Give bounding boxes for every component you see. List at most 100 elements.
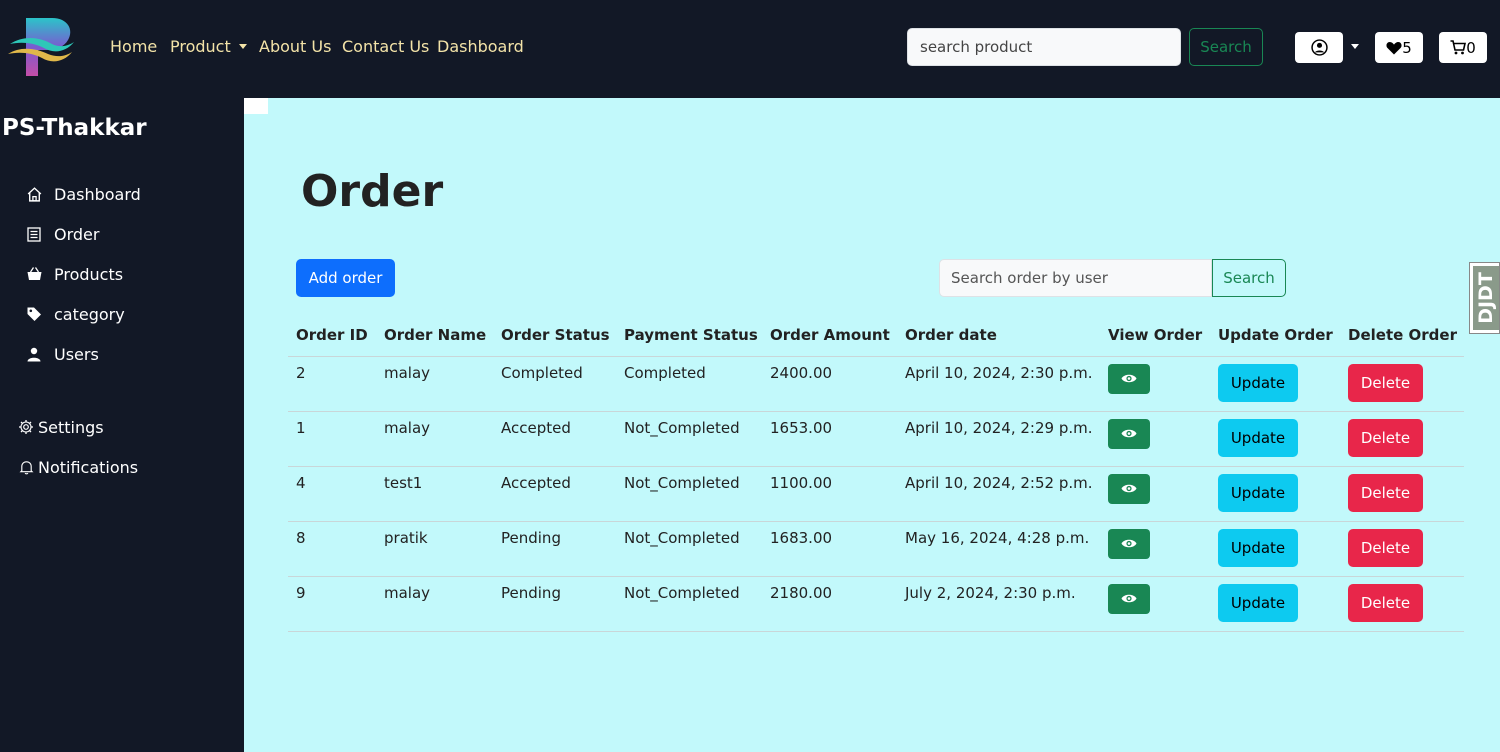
- sidebar-brand: PS-Thakkar: [2, 115, 147, 141]
- product-search-button[interactable]: Search: [1189, 28, 1263, 66]
- view-order-button[interactable]: [1108, 363, 1150, 394]
- top-navbar: Home Product About Us Contact Us Dashboa…: [0, 0, 1500, 98]
- person-icon: [24, 344, 44, 364]
- order-status: Completed: [493, 356, 616, 412]
- payment-status: Not_Completed: [616, 411, 762, 467]
- sidebar-item-products[interactable]: Products: [24, 264, 123, 284]
- eye-icon: [1121, 429, 1137, 438]
- order-name: pratik: [376, 521, 493, 577]
- column-header: Order date: [897, 320, 1100, 357]
- sidebar-item-label: category: [54, 304, 125, 324]
- sidebar-item-settings[interactable]: Settings: [18, 417, 104, 437]
- order-id: 2: [288, 356, 376, 412]
- delete-order-button[interactable]: Delete: [1348, 418, 1423, 457]
- nav-about-us[interactable]: About Us: [259, 37, 331, 57]
- column-header: View Order: [1100, 320, 1210, 357]
- update-order-button[interactable]: Update: [1218, 583, 1298, 622]
- brand-logo[interactable]: [8, 14, 76, 80]
- order-date: April 10, 2024, 2:29 p.m.: [897, 411, 1100, 467]
- delete-order-button[interactable]: Delete: [1348, 583, 1423, 622]
- order-status: Pending: [493, 521, 616, 577]
- order-date: July 2, 2024, 2:30 p.m.: [897, 576, 1100, 632]
- order-amount: 1100.00: [762, 466, 897, 522]
- sidebar-item-order[interactable]: Order: [24, 224, 99, 244]
- order-name: malay: [376, 411, 493, 467]
- column-header: Payment Status: [616, 320, 762, 357]
- order-date: May 16, 2024, 4:28 p.m.: [897, 521, 1100, 577]
- payment-status: Not_Completed: [616, 466, 762, 522]
- sidebar-item-dashboard[interactable]: Dashboard: [24, 184, 141, 204]
- product-search-input[interactable]: [907, 28, 1181, 66]
- order-search-input[interactable]: [939, 259, 1212, 297]
- delete-order-button[interactable]: Delete: [1348, 528, 1423, 567]
- sidebar-item-category[interactable]: category: [24, 304, 125, 324]
- order-id: 9: [288, 576, 376, 632]
- add-order-button[interactable]: Add order: [296, 259, 395, 297]
- user-circle-icon: [1310, 39, 1328, 56]
- cart-icon: [1450, 40, 1467, 55]
- table-row: 2 malay Completed Completed 2400.00 Apri…: [288, 356, 1464, 412]
- order-name: test1: [376, 466, 493, 522]
- order-amount: 1683.00: [762, 521, 897, 577]
- order-id: 1: [288, 411, 376, 467]
- order-date: April 10, 2024, 2:52 p.m.: [897, 466, 1100, 522]
- eye-icon: [1121, 539, 1137, 548]
- cart-button[interactable]: 0: [1439, 32, 1487, 63]
- order-name: malay: [376, 576, 493, 632]
- order-status: Pending: [493, 576, 616, 632]
- payment-status: Not_Completed: [616, 521, 762, 577]
- order-search-button[interactable]: Search: [1212, 259, 1286, 297]
- tag-icon: [24, 304, 44, 324]
- delete-order-button[interactable]: Delete: [1348, 363, 1423, 402]
- update-order-button[interactable]: Update: [1218, 363, 1298, 402]
- payment-status: Completed: [616, 356, 762, 412]
- order-status: Accepted: [493, 411, 616, 467]
- nav-product-dropdown[interactable]: Product: [170, 37, 247, 57]
- table-row: 8 pratik Pending Not_Completed 1683.00 M…: [288, 521, 1464, 577]
- debug-toolbar-label: DJDT: [1475, 272, 1498, 324]
- sidebar-item-label: Products: [54, 264, 124, 284]
- payment-status: Not_Completed: [616, 576, 762, 632]
- view-order-button[interactable]: [1108, 583, 1150, 614]
- nav-contact-us[interactable]: Contact Us: [342, 37, 429, 57]
- eye-icon: [1121, 594, 1137, 603]
- nav-home[interactable]: Home: [110, 37, 157, 57]
- sidebar: PS-Thakkar Dashboard Order Products cate…: [0, 98, 244, 752]
- table-row: 4 test1 Accepted Not_Completed 1100.00 A…: [288, 466, 1464, 522]
- heart-icon: [1386, 41, 1402, 54]
- order-id: 8: [288, 521, 376, 577]
- update-order-button[interactable]: Update: [1218, 473, 1298, 512]
- wishlist-count: 5: [1402, 38, 1412, 57]
- column-header: Order Amount: [762, 320, 897, 357]
- eye-icon: [1121, 374, 1137, 383]
- nav-product-label: Product: [170, 37, 231, 56]
- column-header: Order ID: [288, 320, 376, 357]
- sidebar-item-notifications[interactable]: Notifications: [18, 457, 138, 477]
- update-order-button[interactable]: Update: [1218, 418, 1298, 457]
- debug-toolbar-handle[interactable]: DJDT: [1469, 262, 1500, 334]
- wishlist-button[interactable]: 5: [1375, 32, 1423, 63]
- corner-box: [244, 98, 268, 114]
- order-amount: 2180.00: [762, 576, 897, 632]
- basket-icon: [24, 264, 44, 284]
- table-row: 1 malay Accepted Not_Completed 1653.00 A…: [288, 411, 1464, 467]
- view-order-button[interactable]: [1108, 528, 1150, 559]
- view-order-button[interactable]: [1108, 473, 1150, 504]
- order-status: Accepted: [493, 466, 616, 522]
- update-order-button[interactable]: Update: [1218, 528, 1298, 567]
- table-header-row: Order ID Order Name Order Status Payment…: [288, 320, 1464, 357]
- user-account-button[interactable]: [1295, 32, 1343, 63]
- chevron-down-icon: [238, 44, 247, 49]
- user-dropdown-caret-icon[interactable]: [1351, 44, 1359, 49]
- page-title: Order: [301, 166, 444, 217]
- column-header: Order Status: [493, 320, 616, 357]
- column-header: Delete Order: [1340, 320, 1464, 357]
- delete-order-button[interactable]: Delete: [1348, 473, 1423, 512]
- order-amount: 1653.00: [762, 411, 897, 467]
- sidebar-item-users[interactable]: Users: [24, 344, 99, 364]
- nav-dashboard[interactable]: Dashboard: [437, 37, 524, 57]
- home-icon: [24, 184, 44, 204]
- orders-table: Order ID Order Name Order Status Payment…: [288, 320, 1464, 632]
- view-order-button[interactable]: [1108, 418, 1150, 449]
- column-header: Order Name: [376, 320, 493, 357]
